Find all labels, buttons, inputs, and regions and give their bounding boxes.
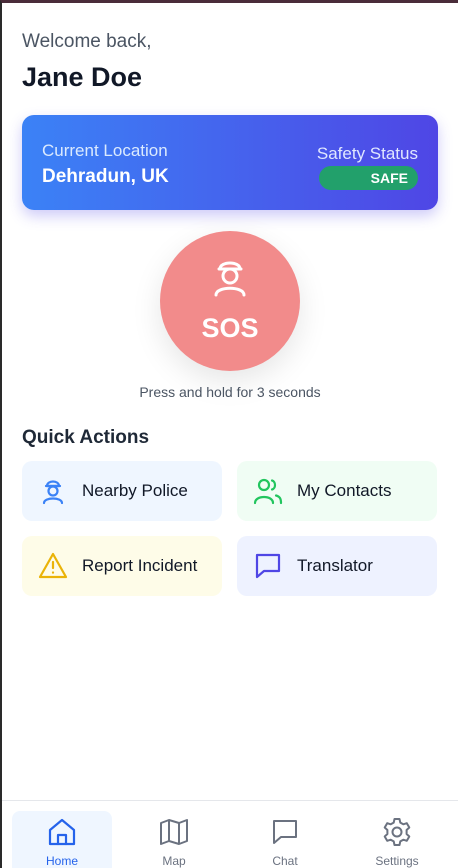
- location-value: Dehradun, UK: [42, 166, 169, 187]
- nav-home-label: Home: [45, 854, 78, 868]
- user-name: Jane Doe: [22, 62, 143, 92]
- translator-button[interactable]: Translator: [237, 536, 437, 596]
- gear-icon: [383, 818, 411, 846]
- my-contacts-label: My Contacts: [297, 481, 392, 500]
- nearby-police-button[interactable]: Nearby Police: [22, 461, 222, 521]
- safety-status-badge: SAFE: [319, 166, 418, 190]
- nav-home[interactable]: Home: [12, 811, 112, 868]
- warning-triangle-icon: [38, 552, 68, 579]
- location-label: Current Location: [42, 141, 168, 160]
- nav-settings-label: Settings: [375, 854, 419, 868]
- quick-actions-title: Quick Actions: [22, 427, 150, 448]
- nav-settings[interactable]: Settings: [347, 811, 447, 868]
- chat-bubble-icon: [255, 553, 281, 579]
- report-incident-label: Report Incident: [82, 556, 198, 575]
- nearby-police-label: Nearby Police: [82, 481, 188, 500]
- nav-map-label: Map: [162, 854, 186, 868]
- sos-button[interactable]: SOS: [160, 231, 300, 371]
- my-contacts-button[interactable]: My Contacts: [237, 461, 437, 521]
- nav-map[interactable]: Map: [124, 811, 224, 868]
- sos-label: SOS: [201, 313, 259, 343]
- home-icon: [48, 818, 76, 846]
- bottom-nav: Home Map Chat Settings: [2, 800, 458, 868]
- police-officer-icon: [42, 480, 64, 505]
- users-icon: [253, 478, 283, 505]
- welcome-text: Welcome back,: [22, 31, 152, 52]
- nav-chat-label: Chat: [272, 854, 298, 868]
- safety-status-label: Safety Status: [316, 144, 418, 163]
- police-officer-icon: [214, 261, 246, 297]
- app-screen: Welcome back, Jane Doe Current Location …: [0, 0, 458, 868]
- map-icon: [160, 819, 188, 845]
- sos-hint: Press and hold for 3 seconds: [139, 384, 321, 400]
- location-card: Current Location Dehradun, UK Safety Sta…: [22, 115, 438, 210]
- translator-label: Translator: [297, 556, 373, 575]
- report-incident-button[interactable]: Report Incident: [22, 536, 222, 596]
- chat-icon: [273, 820, 297, 844]
- nav-chat[interactable]: Chat: [235, 811, 335, 868]
